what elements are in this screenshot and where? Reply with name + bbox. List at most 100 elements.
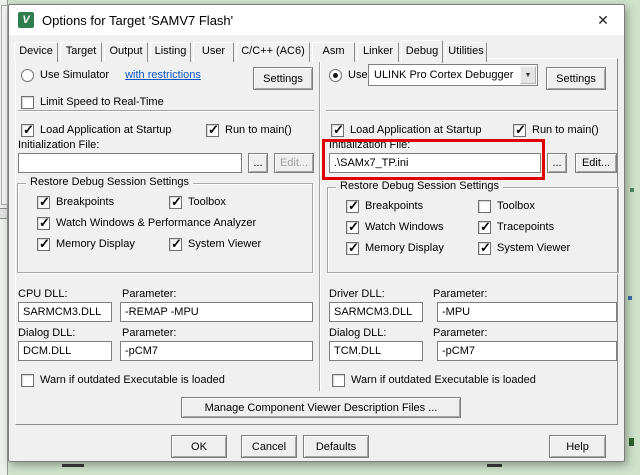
debugger-select-value: ULINK Pro Cortex Debugger — [374, 69, 513, 81]
watch-windows-checkbox-right[interactable] — [346, 221, 359, 234]
watch-windows-checkbox-left[interactable] — [37, 217, 50, 230]
dialog-dll-input-right[interactable] — [329, 341, 423, 361]
cancel-button[interactable]: Cancel — [241, 435, 297, 458]
system-viewer-checkbox-left[interactable] — [169, 238, 182, 251]
use-debugger-radio[interactable] — [329, 69, 342, 82]
init-file-edit-button-right[interactable]: Edit... — [575, 153, 617, 173]
dialog-parameter-label-left: Parameter: — [122, 327, 176, 339]
toolbox-checkbox-right[interactable] — [478, 200, 491, 213]
tracepoints-option[interactable]: Tracepoints — [478, 220, 554, 234]
toolbox-option-right[interactable]: Toolbox — [478, 199, 535, 213]
simulator-settings-button[interactable]: Settings — [253, 67, 313, 90]
memory-display-option-left[interactable]: Memory Display — [37, 237, 135, 251]
annotation-red-box — [322, 139, 545, 180]
run-to-main-label-right: Run to main() — [532, 124, 599, 136]
tab-strip: Device Target Output Listing User C/C++ … — [14, 39, 487, 62]
warn-outdated-option-left[interactable]: Warn if outdated Executable is loaded — [21, 373, 225, 387]
background-artifact — [628, 296, 632, 300]
memory-display-label: Memory Display — [56, 238, 135, 250]
warn-outdated-checkbox-left[interactable] — [21, 374, 34, 387]
tab-user[interactable]: User — [193, 42, 234, 62]
manage-component-viewer-button[interactable]: Manage Component Viewer Description File… — [181, 397, 461, 418]
watch-windows-option-left[interactable]: Watch Windows & Performance Analyzer — [37, 216, 256, 230]
tab-listing[interactable]: Listing — [150, 42, 191, 62]
tab-output[interactable]: Output — [104, 42, 148, 62]
init-file-browse-button-right[interactable]: ... — [547, 153, 567, 173]
cpu-dll-input[interactable] — [18, 302, 112, 322]
init-file-input-left[interactable] — [18, 153, 242, 173]
background-artifact — [487, 464, 502, 467]
tab-asm[interactable]: Asm — [312, 42, 355, 62]
tab-cc-ac6[interactable]: C/C++ (AC6) — [236, 42, 310, 62]
breakpoints-checkbox-right[interactable] — [346, 200, 359, 213]
memory-display-checkbox-right[interactable] — [346, 242, 359, 255]
toolbox-option-left[interactable]: Toolbox — [169, 195, 226, 209]
run-to-main-option-right[interactable]: Run to main() — [513, 123, 599, 137]
watch-windows-option-right[interactable]: Watch Windows — [346, 220, 443, 234]
driver-parameter-input[interactable] — [437, 302, 617, 322]
system-viewer-option-right[interactable]: System Viewer — [478, 241, 570, 255]
use-simulator-option[interactable]: Use Simulator with restrictions — [21, 68, 201, 82]
system-viewer-option-left[interactable]: System Viewer — [169, 237, 261, 251]
toolbox-label-right: Toolbox — [497, 200, 535, 212]
cpu-parameter-input[interactable] — [120, 302, 313, 322]
breakpoints-option-right[interactable]: Breakpoints — [346, 199, 423, 213]
watch-windows-label: Watch Windows & Performance Analyzer — [56, 217, 256, 229]
tab-device[interactable]: Device — [14, 42, 58, 62]
system-viewer-checkbox-right[interactable] — [478, 242, 491, 255]
dialog-title: Options for Target 'SAMV7 Flash' — [42, 13, 233, 28]
dialog-parameter-input-right[interactable] — [437, 341, 617, 361]
load-app-option-right[interactable]: Load Application at Startup — [331, 123, 481, 137]
breakpoints-option-left[interactable]: Breakpoints — [37, 195, 114, 209]
run-to-main-checkbox-right[interactable] — [513, 124, 526, 137]
breakpoints-label: Breakpoints — [56, 196, 114, 208]
debugger-settings-button[interactable]: Settings — [546, 67, 606, 90]
tab-linker[interactable]: Linker — [357, 42, 399, 62]
ok-button[interactable]: OK — [171, 435, 227, 458]
defaults-button[interactable]: Defaults — [303, 435, 369, 458]
use-debugger-option[interactable]: Use: — [329, 68, 371, 82]
run-to-main-checkbox-left[interactable] — [206, 124, 219, 137]
warn-outdated-option-right[interactable]: Warn if outdated Executable is loaded — [332, 373, 536, 387]
run-to-main-option-left[interactable]: Run to main() — [206, 123, 292, 137]
limit-speed-label: Limit Speed to Real-Time — [40, 96, 164, 108]
uvision-icon: V — [18, 12, 34, 28]
tab-target[interactable]: Target — [60, 42, 102, 62]
close-icon[interactable]: ✕ — [594, 11, 612, 29]
load-app-label: Load Application at Startup — [40, 124, 171, 136]
breakpoints-checkbox-left[interactable] — [37, 196, 50, 209]
with-restrictions-link[interactable]: with restrictions — [125, 69, 201, 81]
column-divider — [319, 61, 321, 391]
debug-tab-page: Use Simulator with restrictions Settings… — [15, 58, 618, 425]
warn-outdated-label-right: Warn if outdated Executable is loaded — [351, 374, 536, 386]
tab-utilities[interactable]: Utilities — [445, 42, 487, 62]
cpu-parameter-label: Parameter: — [122, 288, 176, 300]
dialog-dll-input-left[interactable] — [18, 341, 112, 361]
load-app-option-left[interactable]: Load Application at Startup — [21, 123, 171, 137]
tracepoints-checkbox[interactable] — [478, 221, 491, 234]
limit-speed-option[interactable]: Limit Speed to Real-Time — [21, 95, 164, 109]
chevron-down-icon[interactable]: ▼ — [520, 66, 536, 84]
driver-dll-label: Driver DLL: — [329, 288, 385, 300]
scrollbar-thumb[interactable] — [1, 5, 8, 205]
use-simulator-radio[interactable] — [21, 69, 34, 82]
restore-group-title-right: Restore Debug Session Settings — [336, 180, 503, 192]
load-app-checkbox-right[interactable] — [331, 124, 344, 137]
memory-display-checkbox-left[interactable] — [37, 238, 50, 251]
help-button[interactable]: Help — [549, 435, 606, 458]
limit-speed-checkbox[interactable] — [21, 96, 34, 109]
tracepoints-label: Tracepoints — [497, 221, 554, 233]
dialog-parameter-input-left[interactable] — [120, 341, 313, 361]
splitter-handle[interactable] — [0, 208, 7, 219]
load-app-checkbox-left[interactable] — [21, 124, 34, 137]
dialog-dll-label-left: Dialog DLL: — [18, 327, 75, 339]
tab-debug[interactable]: Debug — [401, 40, 443, 63]
warn-outdated-checkbox-right[interactable] — [332, 374, 345, 387]
dialog-dll-label-right: Dialog DLL: — [329, 327, 386, 339]
toolbox-checkbox-left[interactable] — [169, 196, 182, 209]
driver-dll-input[interactable] — [329, 302, 423, 322]
background-scrollbar[interactable] — [0, 0, 8, 475]
memory-display-option-right[interactable]: Memory Display — [346, 241, 444, 255]
init-file-browse-button-left[interactable]: ... — [248, 153, 268, 173]
debugger-select[interactable]: ULINK Pro Cortex Debugger ▼ — [368, 64, 538, 86]
